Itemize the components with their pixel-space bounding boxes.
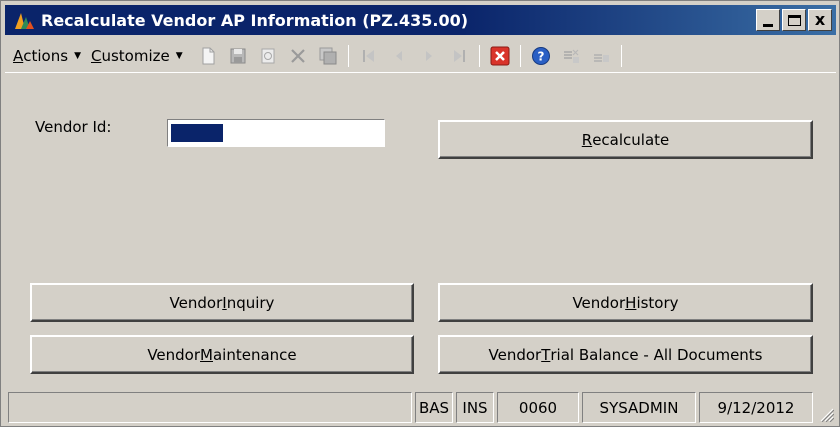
status-insert: INS	[462, 398, 488, 417]
cancel-close-icon[interactable]	[489, 45, 511, 67]
status-mode: BAS	[418, 398, 450, 417]
vendor-history-post: istory	[636, 293, 679, 312]
vendor-history-pre: Vendor	[572, 293, 626, 312]
chevron-down-icon: ▼	[74, 50, 81, 61]
new-icon[interactable]	[197, 45, 219, 67]
minimize-button[interactable]	[756, 9, 780, 31]
vendor-trial-balance-accel: T	[541, 345, 551, 364]
recalculate-button[interactable]: Recalculate	[438, 120, 813, 159]
status-date-panel: 9/12/2012	[699, 392, 813, 423]
vendor-trial-balance-button[interactable]: Vendor Trial Balance - All Documents	[438, 335, 813, 374]
vendor-history-accel: H	[625, 293, 637, 312]
actions-menu[interactable]: Actions ▼	[13, 47, 81, 65]
svg-text:?: ?	[537, 49, 544, 63]
maximize-button[interactable]	[782, 9, 806, 31]
vendor-maintenance-accel: M	[200, 345, 213, 364]
close-button[interactable]: x	[808, 9, 832, 31]
toolbar-separator	[347, 44, 349, 67]
vendor-id-label: Vendor Id:	[35, 118, 112, 136]
status-company-panel: 0060	[497, 392, 579, 423]
resize-grip-icon[interactable]	[818, 406, 834, 422]
first-record-icon[interactable]	[358, 45, 380, 67]
customize-accel: C	[90, 46, 102, 65]
customize-menu[interactable]: Customize ▼	[91, 47, 183, 65]
title-bar[interactable]: Recalculate Vendor AP Information (PZ.43…	[5, 5, 836, 35]
delete-icon[interactable]	[287, 45, 309, 67]
window-title: Recalculate Vendor AP Information (PZ.43…	[41, 10, 469, 30]
close-icon: x	[814, 10, 826, 29]
status-user-panel: SYSADMIN	[582, 392, 696, 423]
status-mode-panel: BAS	[415, 392, 453, 423]
window-controls: x	[756, 9, 832, 31]
previous-record-icon[interactable]	[388, 45, 410, 67]
recalculate-accel: R	[581, 130, 593, 149]
toolbar-separator	[620, 44, 622, 67]
save-all-icon[interactable]	[317, 45, 339, 67]
toolbar-separator	[519, 44, 521, 67]
app-logo-icon	[13, 9, 35, 31]
vendor-history-button[interactable]: Vendor History	[438, 283, 813, 322]
status-insert-panel: INS	[456, 392, 494, 423]
status-date: 9/12/2012	[717, 398, 795, 417]
vendor-id-field[interactable]	[167, 119, 385, 147]
status-company: 0060	[518, 398, 558, 417]
vendor-id-input[interactable]	[168, 120, 384, 146]
vendor-trial-balance-pre: Vendor	[488, 345, 542, 364]
actions-label: ctions	[23, 46, 69, 65]
save-icon[interactable]	[227, 45, 249, 67]
recalculate-post: ecalculate	[592, 130, 670, 149]
status-message-panel	[8, 392, 412, 423]
toolbar: Actions ▼ Customize ▼ ?	[5, 39, 836, 73]
vendor-trial-balance-post: rial Balance - All Documents	[550, 345, 763, 364]
vendor-inquiry-pre: Vendor	[169, 293, 223, 312]
vendor-inquiry-post: nquiry	[226, 293, 275, 312]
actions-accel: A	[13, 46, 24, 65]
last-record-icon[interactable]	[448, 45, 470, 67]
vendor-inquiry-button[interactable]: Vendor Inquiry	[30, 283, 414, 322]
next-record-icon[interactable]	[418, 45, 440, 67]
chevron-down-icon: ▼	[175, 50, 183, 61]
status-bar: BAS INS 0060 SYSADMIN 9/12/2012	[5, 392, 836, 424]
vendor-maintenance-pre: Vendor	[147, 345, 201, 364]
note-add-icon[interactable]	[590, 45, 612, 67]
notes-icon[interactable]	[560, 45, 582, 67]
status-user: SYSADMIN	[599, 398, 679, 417]
toolbar-separator	[478, 44, 480, 67]
maximize-icon	[787, 14, 801, 26]
minimize-icon	[763, 23, 773, 27]
help-icon[interactable]: ?	[530, 45, 552, 67]
customize-label: ustomize	[101, 46, 170, 65]
refresh-icon[interactable]	[257, 45, 279, 67]
vendor-maintenance-button[interactable]: Vendor Maintenance	[30, 335, 414, 374]
vendor-maintenance-post: aintenance	[212, 345, 297, 364]
app-window: Recalculate Vendor AP Information (PZ.43…	[0, 0, 840, 427]
